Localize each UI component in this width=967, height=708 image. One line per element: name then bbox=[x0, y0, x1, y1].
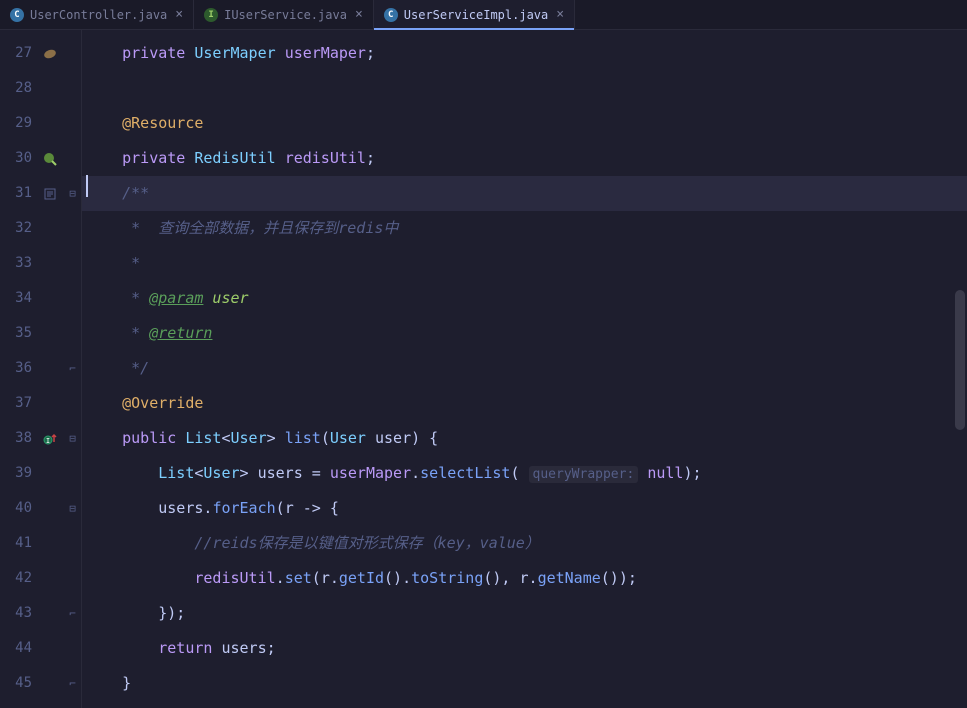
code-content[interactable]: private UserMaper userMaper; @Resource p… bbox=[82, 30, 967, 708]
tab-iuserservice[interactable]: I IUserService.java × bbox=[194, 0, 374, 29]
line-number: 37 bbox=[0, 386, 36, 421]
line-number: 39 bbox=[0, 456, 36, 491]
tab-label: UserServiceImpl.java bbox=[404, 8, 549, 22]
fold-collapse-icon[interactable]: ⊟ bbox=[64, 491, 81, 526]
code-line[interactable]: users.forEach(r -> { bbox=[82, 491, 967, 526]
line-number: 28 bbox=[0, 71, 36, 106]
doc-icon bbox=[43, 187, 57, 201]
tab-userserviceimpl[interactable]: C UserServiceImpl.java × bbox=[374, 0, 575, 29]
line-number: 34 bbox=[0, 281, 36, 316]
fold-end-icon[interactable]: ⌐ bbox=[64, 351, 81, 386]
line-number: 32 bbox=[0, 211, 36, 246]
code-line[interactable]: } bbox=[82, 666, 967, 701]
close-icon[interactable]: × bbox=[355, 7, 363, 22]
tab-usercontroller[interactable]: C UserController.java × bbox=[0, 0, 194, 29]
line-number: 38 bbox=[0, 421, 36, 456]
code-line[interactable]: private UserMaper userMaper; bbox=[82, 36, 967, 71]
bean-icon bbox=[42, 46, 58, 62]
line-number: 31 bbox=[0, 176, 36, 211]
close-icon[interactable]: × bbox=[556, 7, 564, 22]
fold-collapse-icon[interactable]: ⊟ bbox=[64, 421, 81, 456]
line-number: 41 bbox=[0, 526, 36, 561]
line-number-gutter: 27 28 29 30 31 32 33 34 35 36 37 38 39 4… bbox=[0, 30, 36, 708]
code-line[interactable]: //reids保存是以键值对形式保存（key，value） bbox=[82, 526, 967, 561]
code-line[interactable]: * @param user bbox=[82, 281, 967, 316]
text-caret bbox=[86, 175, 88, 197]
line-number: 36 bbox=[0, 351, 36, 386]
line-number: 30 bbox=[0, 141, 36, 176]
line-number: 27 bbox=[0, 36, 36, 71]
line-number: 29 bbox=[0, 106, 36, 141]
fold-collapse-icon[interactable]: ⊟ bbox=[64, 176, 81, 211]
fold-end-icon[interactable]: ⌐ bbox=[64, 666, 81, 701]
code-line[interactable]: private RedisUtil redisUtil; bbox=[82, 141, 967, 176]
scroll-thumb[interactable] bbox=[955, 290, 965, 430]
code-line[interactable]: * bbox=[82, 246, 967, 281]
line-number: 43 bbox=[0, 596, 36, 631]
parameter-hint: queryWrapper: bbox=[529, 466, 639, 483]
code-line[interactable]: @Override bbox=[82, 386, 967, 421]
tab-label: UserController.java bbox=[30, 8, 167, 22]
line-number: 40 bbox=[0, 491, 36, 526]
java-class-icon: C bbox=[10, 8, 24, 22]
line-number: 33 bbox=[0, 246, 36, 281]
line-number: 35 bbox=[0, 316, 36, 351]
code-line[interactable] bbox=[82, 71, 967, 106]
code-line[interactable]: /** bbox=[82, 176, 967, 211]
vertical-scrollbar[interactable] bbox=[955, 30, 965, 708]
code-line[interactable]: public List<User> list(User user) { bbox=[82, 421, 967, 456]
fold-end-icon[interactable]: ⌐ bbox=[64, 596, 81, 631]
code-line[interactable]: * 查询全部数据，并且保存到redis中 bbox=[82, 211, 967, 246]
code-line[interactable]: redisUtil.set(r.getId().toString(), r.ge… bbox=[82, 561, 967, 596]
code-line[interactable]: * @return bbox=[82, 316, 967, 351]
code-line[interactable]: List<User> users = userMaper.selectList(… bbox=[82, 456, 967, 491]
code-line[interactable]: return users; bbox=[82, 631, 967, 666]
bean-nav-icon[interactable] bbox=[42, 151, 58, 167]
svg-text:I: I bbox=[46, 437, 50, 445]
tab-bar: C UserController.java × I IUserService.j… bbox=[0, 0, 967, 30]
line-number: 44 bbox=[0, 631, 36, 666]
code-line[interactable]: @Resource bbox=[82, 106, 967, 141]
java-interface-icon: I bbox=[204, 8, 218, 22]
editor: 27 28 29 30 31 32 33 34 35 36 37 38 39 4… bbox=[0, 30, 967, 708]
gutter-icons: I bbox=[36, 30, 64, 708]
close-icon[interactable]: × bbox=[175, 7, 183, 22]
line-number: 45 bbox=[0, 666, 36, 701]
line-number: 42 bbox=[0, 561, 36, 596]
tab-label: IUserService.java bbox=[224, 8, 347, 22]
fold-gutter: ⊟ ⌐ ⊟ ⊟ ⌐ ⌐ bbox=[64, 30, 82, 708]
java-class-icon: C bbox=[384, 8, 398, 22]
override-up-icon[interactable]: I bbox=[43, 432, 57, 446]
code-line[interactable]: */ bbox=[82, 351, 967, 386]
code-line[interactable]: }); bbox=[82, 596, 967, 631]
